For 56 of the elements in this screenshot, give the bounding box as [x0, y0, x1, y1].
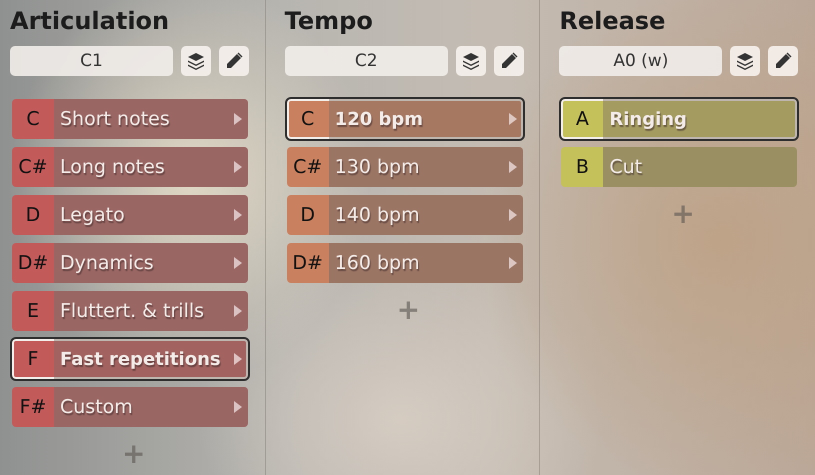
list-item[interactable]: F# Custom — [10, 385, 250, 429]
list-item[interactable]: C# Long notes — [10, 145, 250, 189]
list-item[interactable]: C Short notes — [10, 97, 250, 141]
key-label: F — [26, 347, 40, 372]
item-label: Short notes — [60, 108, 171, 130]
key-label: D — [299, 203, 316, 228]
key-label: B — [574, 155, 590, 180]
item-label: Custom — [60, 396, 134, 418]
key-label: C# — [292, 155, 324, 180]
pencil-icon — [773, 51, 794, 71]
list-item[interactable]: C 120 bpm — [284, 97, 525, 141]
item-label: Dynamics — [60, 252, 155, 274]
item-label: 160 bpm — [334, 252, 421, 274]
list-item[interactable]: E Fluttert. & trills — [10, 289, 250, 333]
column-title: Release — [559, 6, 666, 37]
pencil-button[interactable] — [494, 46, 524, 76]
column-title: Articulation — [10, 6, 170, 37]
key-label: A — [574, 107, 590, 132]
layers-icon — [735, 51, 756, 71]
column-title: Tempo — [284, 6, 374, 37]
list-item[interactable]: D 140 bpm — [284, 193, 525, 237]
layers-button[interactable] — [181, 46, 211, 76]
layers-icon — [186, 51, 206, 71]
layers-button[interactable] — [456, 46, 486, 76]
layers-icon — [460, 51, 481, 71]
list-item[interactable]: C# 130 bpm — [284, 145, 525, 189]
pencil-button[interactable] — [768, 46, 798, 76]
item-label: 120 bpm — [334, 108, 424, 130]
pencil-button[interactable] — [219, 46, 249, 76]
key-label: C# — [17, 155, 49, 180]
key-label: C — [300, 107, 316, 132]
item-label: 130 bpm — [334, 156, 421, 178]
list-item[interactable]: A Ringing — [559, 97, 800, 141]
key-field[interactable]: A0 (w) — [559, 46, 722, 76]
item-label: Ringing — [609, 108, 688, 130]
key-label: D — [24, 203, 42, 228]
item-label: 140 bpm — [334, 204, 421, 226]
list-item[interactable]: B Cut — [559, 145, 800, 189]
key-label: C — [25, 107, 41, 132]
layers-button[interactable] — [730, 46, 760, 76]
key-label: D# — [291, 251, 324, 276]
list-item[interactable]: D# Dynamics — [10, 241, 250, 285]
key-label: F# — [18, 395, 48, 420]
item-label: Legato — [60, 204, 126, 226]
item-label: Fast repetitions — [60, 348, 222, 370]
item-label: Fluttert. & trills — [60, 300, 206, 322]
key-label: D# — [16, 251, 50, 276]
item-label: Long notes — [60, 156, 166, 178]
list-item[interactable]: D Legato — [10, 193, 250, 237]
pencil-icon — [224, 51, 244, 71]
list-item[interactable]: F Fast repetitions — [10, 337, 250, 381]
item-label: Cut — [609, 156, 644, 178]
key-label: E — [26, 299, 40, 324]
list-item[interactable]: D# 160 bpm — [284, 241, 525, 285]
key-field[interactable]: C2 — [284, 46, 448, 76]
key-field[interactable]: C1 — [10, 46, 173, 76]
